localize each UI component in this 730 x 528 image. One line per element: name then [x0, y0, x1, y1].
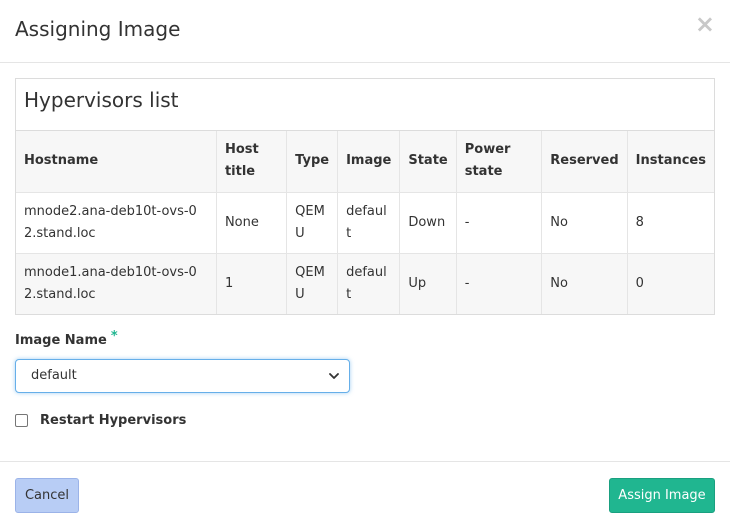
restart-hypervisors-label[interactable]: Restart Hypervisors	[40, 413, 186, 428]
cell-image: default	[337, 253, 401, 314]
cell-type: QEMU	[286, 192, 339, 254]
required-marker: *	[110, 329, 118, 344]
column-header-host-title: Host title	[216, 131, 288, 193]
image-name-label: Image Name *	[15, 329, 118, 348]
cell-hostname: mnode1.ana-deb10t-ovs-02.stand.loc	[16, 253, 217, 314]
image-name-select[interactable]: default	[15, 359, 350, 393]
column-header-type: Type	[286, 131, 339, 193]
cell-image: default	[337, 192, 401, 254]
column-header-hostname: Hostname	[16, 131, 217, 193]
cell-type: QEMU	[286, 253, 339, 314]
close-icon[interactable]: ×	[695, 12, 715, 36]
column-header-instances: Instances	[627, 131, 714, 193]
table-row: mnode2.ana-deb10t-ovs-02.stand.loc None …	[16, 192, 714, 254]
table-row: mnode1.ana-deb10t-ovs-02.stand.loc 1 QEM…	[16, 253, 714, 314]
modal-header: Assigning Image ×	[0, 0, 730, 63]
table-header-row: Hostname Host title Type Image State Pow…	[16, 131, 714, 193]
cell-state: Up	[399, 253, 457, 314]
column-header-power-state: Power state	[456, 131, 543, 193]
modal-footer: Cancel Assign Image	[0, 461, 730, 528]
hypervisors-panel: Hypervisors list Hostname Host title Typ…	[15, 78, 715, 315]
cell-hostname: mnode2.ana-deb10t-ovs-02.stand.loc	[16, 192, 217, 254]
image-name-selected-value: default	[31, 368, 77, 383]
assign-image-button[interactable]: Assign Image	[609, 478, 715, 513]
cell-state: Down	[399, 192, 457, 254]
cell-host-title: 1	[216, 253, 288, 314]
restart-hypervisors-checkbox[interactable]	[15, 413, 28, 427]
hypervisors-table: Hostname Host title Type Image State Pow…	[16, 131, 714, 314]
column-header-image: Image	[337, 131, 401, 193]
cell-reserved: No	[541, 192, 628, 254]
cell-instances: 8	[627, 192, 714, 254]
assign-image-modal: Assigning Image × Hypervisors list Hostn…	[0, 0, 730, 528]
column-header-state: State	[399, 131, 457, 193]
panel-title: Hypervisors list	[16, 79, 714, 131]
modal-title: Assigning Image	[15, 17, 181, 41]
cell-power-state: -	[456, 253, 543, 314]
cell-host-title: None	[216, 192, 288, 254]
cancel-button[interactable]: Cancel	[15, 478, 79, 513]
restart-hypervisors-row[interactable]: Restart Hypervisors	[15, 410, 186, 430]
image-name-label-text: Image Name	[15, 333, 107, 348]
cell-power-state: -	[456, 192, 543, 254]
column-header-reserved: Reserved	[541, 131, 628, 193]
cell-reserved: No	[541, 253, 628, 314]
cell-instances: 0	[635, 275, 644, 291]
chevron-down-icon	[329, 373, 339, 379]
